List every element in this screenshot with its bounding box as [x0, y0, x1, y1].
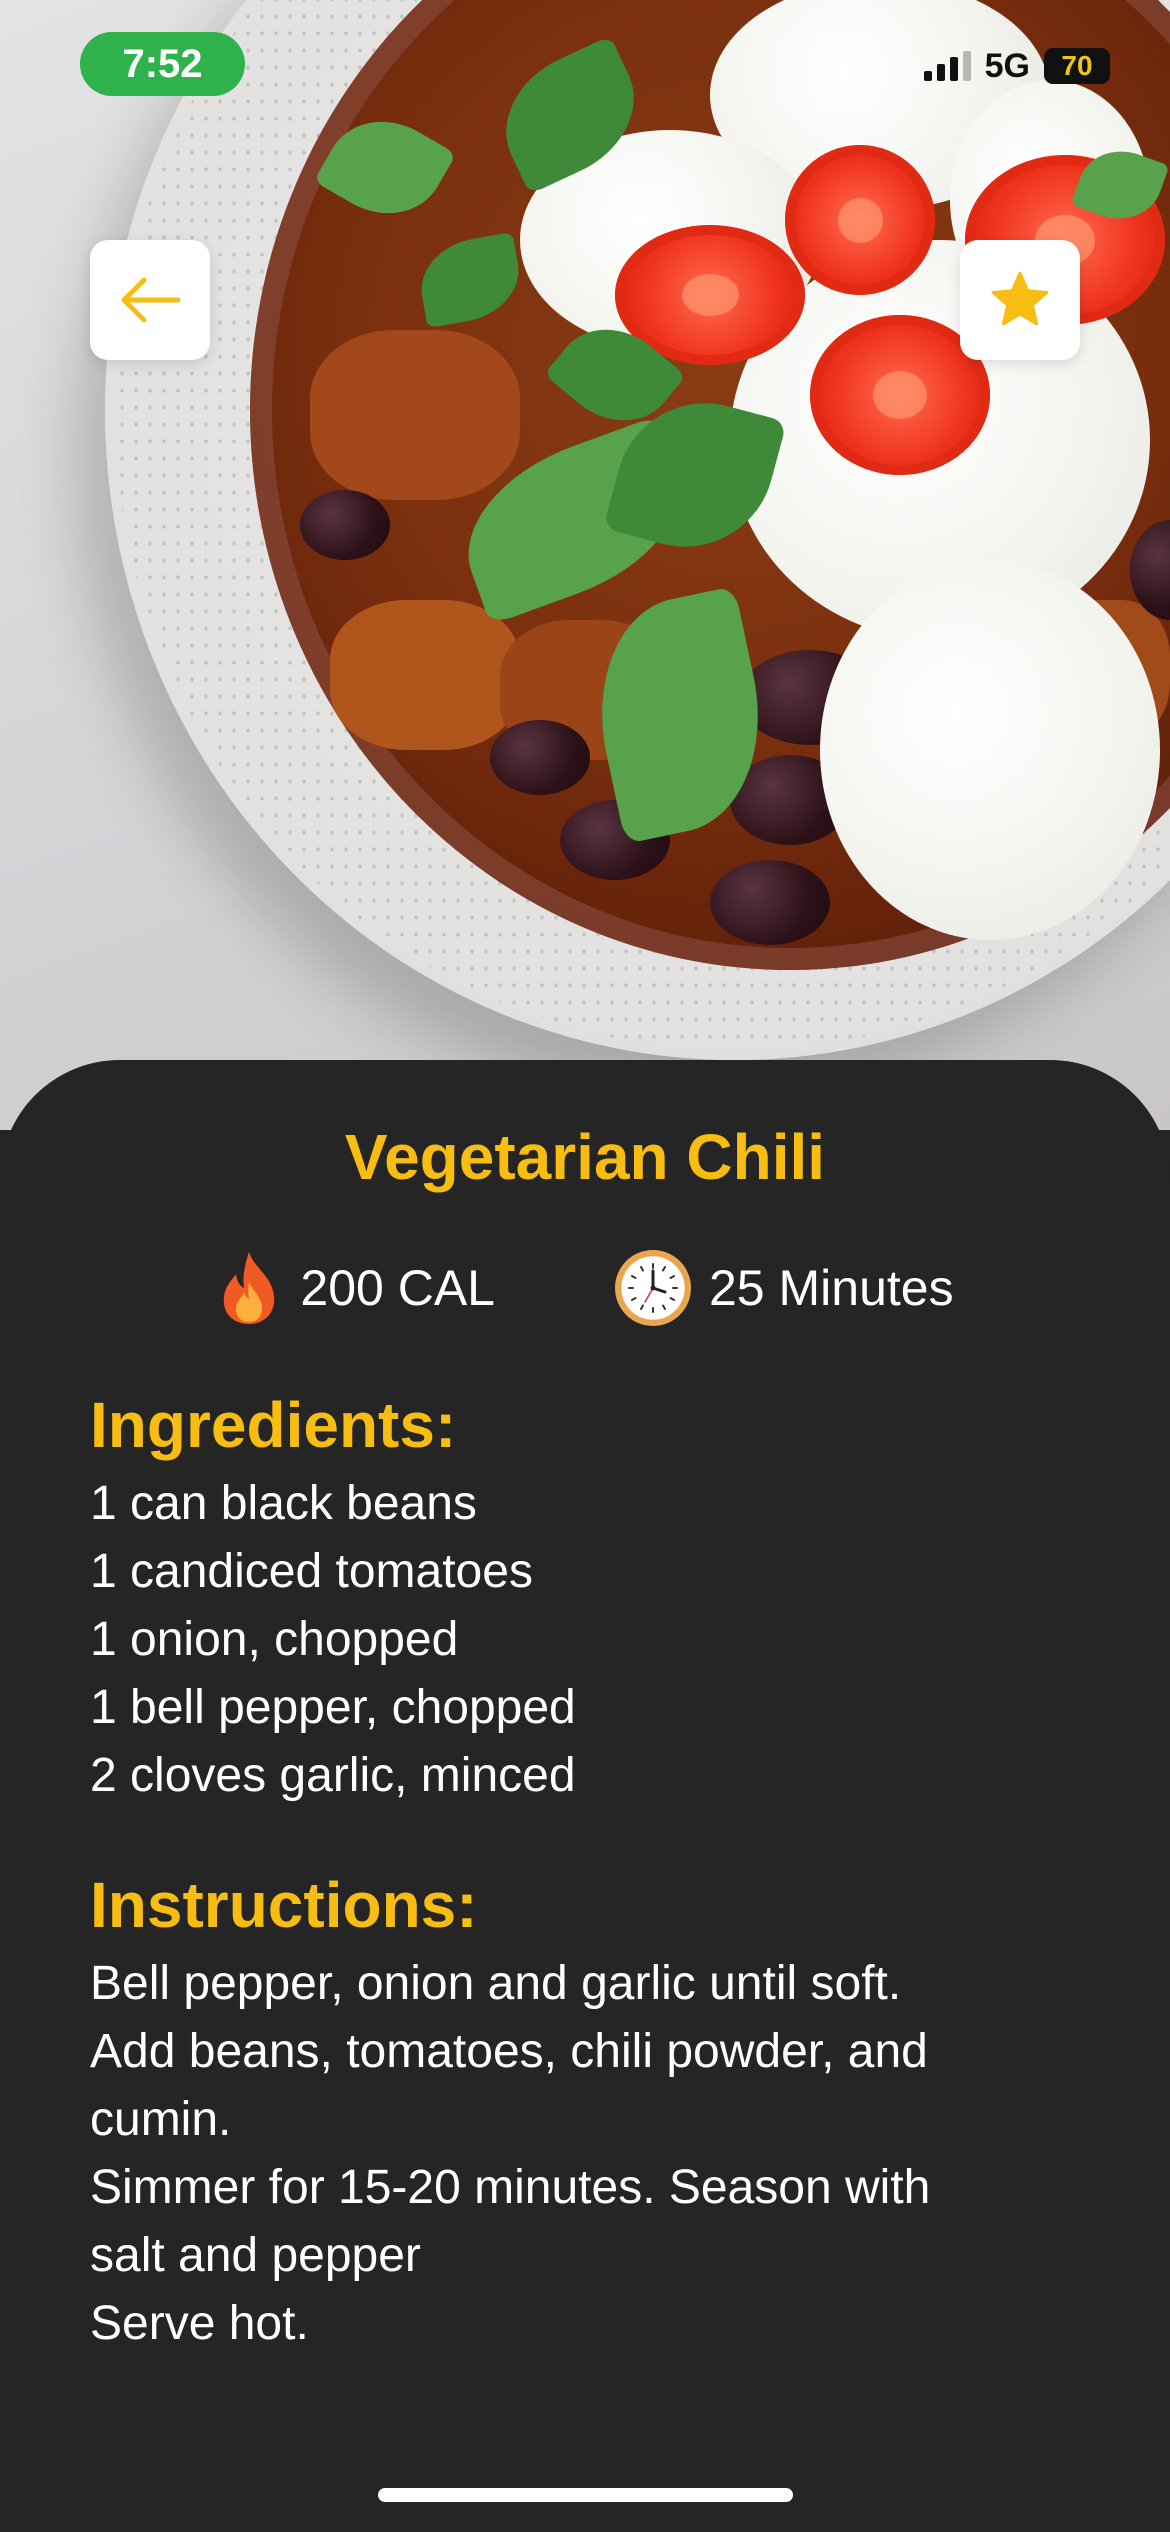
- instruction-line: cumin.: [90, 2093, 232, 2146]
- tomato-chunk: [310, 330, 520, 500]
- tomato-chunk: [330, 600, 520, 750]
- signal-icon: [923, 51, 971, 81]
- pepper-slice: [785, 145, 935, 295]
- calories-label: 200 CAL: [300, 1260, 495, 1316]
- calories-stat: 200 CAL: [216, 1250, 495, 1326]
- star-icon: [991, 271, 1049, 326]
- status-time: 7:52: [80, 32, 245, 96]
- ingredients-list: 1 can black beans 1 candiced tomatoes 1 …: [90, 1470, 1090, 1810]
- instructions-heading: Instructions:: [90, 1869, 478, 1941]
- recipe-stats: 200 CAL 25 Minutes: [0, 1246, 1170, 1330]
- ingredient-item: 2 cloves garlic, minced: [90, 1749, 576, 1802]
- instruction-line: Bell pepper, onion and garlic until soft…: [90, 1957, 902, 2010]
- favorite-button[interactable]: [960, 240, 1080, 360]
- back-button[interactable]: [90, 240, 210, 360]
- bean: [710, 860, 830, 945]
- instructions-list: Bell pepper, onion and garlic until soft…: [90, 1950, 1090, 2358]
- sour-cream: [820, 560, 1160, 940]
- recipe-title: Vegetarian Chili: [344, 1121, 826, 1193]
- instruction-line: Add beans, tomatoes, chili powder, and: [90, 2025, 928, 2078]
- ingredient-item: 1 onion, chopped: [90, 1613, 459, 1666]
- ingredient-item: 1 candiced tomatoes: [90, 1545, 533, 1598]
- bean: [490, 720, 590, 795]
- ingredient-item: 1 can black beans: [90, 1477, 477, 1530]
- fire-icon: [224, 1252, 275, 1324]
- bean: [300, 490, 390, 560]
- status-indicators: 5G 70: [923, 44, 1110, 88]
- home-indicator[interactable]: [378, 2488, 793, 2502]
- ingredients-heading: Ingredients:: [90, 1389, 457, 1461]
- ingredient-item: 1 bell pepper, chopped: [90, 1681, 576, 1734]
- time-label: 25 Minutes: [709, 1260, 954, 1316]
- arrow-left-icon: [121, 277, 181, 323]
- time-stat: 25 Minutes: [615, 1250, 954, 1326]
- recipe-photo: [0, 0, 1170, 1130]
- battery-level: 70: [1061, 50, 1093, 81]
- battery-icon: 70: [1044, 48, 1110, 84]
- instruction-line: Simmer for 15-20 minutes. Season with: [90, 2161, 931, 2214]
- instruction-line: salt and pepper: [90, 2229, 421, 2282]
- clock-icon: [615, 1250, 691, 1326]
- instruction-line: Serve hot.: [90, 2297, 309, 2350]
- network-label: 5G: [984, 46, 1030, 85]
